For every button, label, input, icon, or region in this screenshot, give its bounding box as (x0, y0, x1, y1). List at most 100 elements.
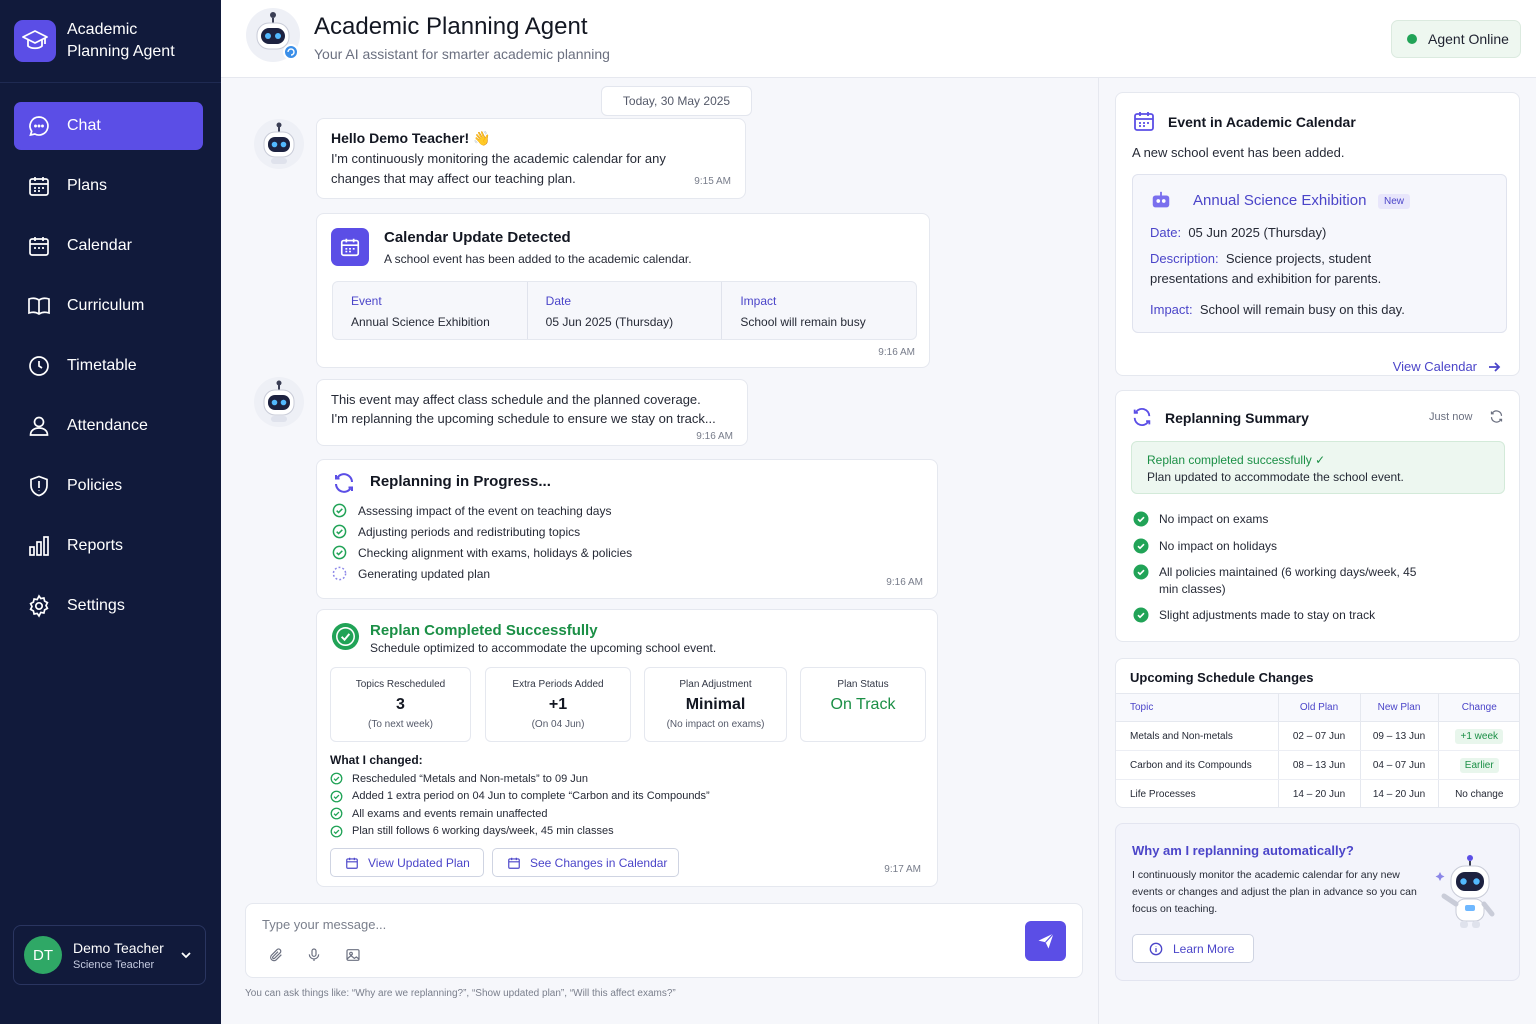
table-header-row: Topic Old Plan New Plan Change (1116, 693, 1519, 722)
message-time: 9:16 AM (696, 431, 733, 442)
sidebar-item-label: Calendar (67, 237, 132, 254)
refresh-icon[interactable] (1489, 409, 1504, 424)
summary-label: No impact on exams (1159, 512, 1269, 526)
learn-more-button[interactable]: Learn More (1132, 934, 1254, 963)
table-cell: +1 week (1437, 721, 1519, 751)
robot-mascot-icon (1435, 855, 1495, 928)
view-updated-plan-button[interactable]: View Updated Plan (330, 848, 484, 877)
sidebar-item-settings[interactable]: Settings (14, 582, 203, 630)
user-name: Demo Teacher (73, 939, 164, 956)
exhibition-icon (1152, 191, 1170, 208)
check-circle-icon (331, 622, 360, 651)
check-circle-icon (330, 772, 343, 785)
stat-plan-status: Plan Status On Track (800, 667, 926, 742)
user-role: Science Teacher (73, 958, 155, 971)
calendar-icon (29, 237, 49, 256)
sidebar-item-label: Reports (67, 537, 124, 554)
sidebar-item-reports[interactable]: Reports (14, 522, 203, 570)
sidebar-item-curriculum[interactable]: Curriculum (14, 282, 203, 330)
field-label: Impact: (1150, 302, 1193, 317)
see-changes-in-calendar-button[interactable]: See Changes in Calendar (492, 848, 679, 877)
check-circle-icon (1133, 538, 1149, 554)
change-item: All exams and events remain unaffected (330, 805, 710, 823)
send-icon (1038, 933, 1054, 949)
message-composer (245, 903, 1083, 978)
calendar-update-card: Calendar Update Detected A school event … (316, 213, 930, 368)
card-title: Replanning Summary (1165, 410, 1309, 426)
paperclip-icon[interactable] (268, 947, 284, 963)
send-button[interactable] (1025, 921, 1066, 961)
chevron-down-icon[interactable] (179, 948, 193, 962)
sidebar-item-label: Curriculum (67, 297, 145, 314)
calendar-icon (346, 857, 358, 869)
button-label: See Changes in Calendar (530, 855, 668, 870)
sidebar-item-policies[interactable]: Policies (14, 462, 203, 510)
calendar-icon (331, 228, 369, 266)
detail-value: School will remain busy (740, 315, 866, 329)
sidebar-item-plans[interactable]: Plans (14, 162, 203, 210)
table-row[interactable]: Carbon and its Compounds 08 – 13 Jun 04 … (1116, 750, 1519, 780)
detail-value: 05 Jun 2025 (Thursday) (545, 315, 674, 329)
microphone-icon[interactable] (306, 947, 322, 963)
why-replanning-card: Why am I replanning automatically? I con… (1115, 823, 1520, 981)
changes-list: Rescheduled “Metals and Non-metals” to 0… (330, 770, 710, 840)
user-menu[interactable]: DT Demo Teacher Science Teacher (13, 925, 206, 985)
event-name: Annual Science Exhibition (1193, 192, 1367, 209)
sidebar-item-chat[interactable]: Chat (14, 102, 203, 150)
table-cell: Earlier (1437, 750, 1519, 780)
avatar: DT (24, 936, 62, 974)
success-text: Plan updated to accommodate the school e… (1147, 470, 1404, 484)
date-separator: Today, 30 May 2025 (601, 86, 752, 116)
table-cell: No change (1437, 779, 1519, 807)
stat-plan-adjustment: Plan Adjustment Minimal (No impact on ex… (644, 667, 787, 742)
table-cell: 14 – 20 Jun (1277, 779, 1360, 807)
step-label: Generating updated plan (358, 566, 491, 581)
table-row[interactable]: Metals and Non-metals 02 – 07 Jun 09 – 1… (1116, 721, 1519, 751)
book-icon (28, 297, 50, 316)
check-circle-icon (1133, 564, 1149, 580)
image-icon[interactable] (345, 947, 361, 963)
replanning-summary-card: Replanning Summary Just now Replan compl… (1115, 390, 1520, 642)
field-value: School will remain busy on this day. (1199, 302, 1405, 317)
sidebar-nav: Chat Plans Calendar Curriculum Timetable… (14, 102, 203, 642)
message-input[interactable] (262, 917, 962, 932)
bar-chart-icon (29, 536, 49, 556)
sidebar-item-calendar[interactable]: Calendar (14, 222, 203, 270)
sidebar-item-label: Attendance (67, 417, 148, 434)
stat-sub: (On 04 Jun) (531, 719, 585, 730)
brand[interactable]: Academic Planning Agent (14, 19, 197, 63)
sidebar: Academic Planning Agent Chat Plans Calen… (0, 0, 221, 1024)
summary-label: All policies maintained (6 working days/… (1159, 565, 1417, 596)
table-row[interactable]: Life Processes 14 – 20 Jun 14 – 20 Jun N… (1116, 779, 1519, 807)
sidebar-item-label: Settings (67, 597, 125, 614)
event-details: Event Annual Science Exhibition Date 05 … (332, 281, 917, 340)
progress-step: Assessing impact of the event on teachin… (332, 500, 632, 521)
column-header: Old Plan (1277, 693, 1360, 722)
check-circle-icon (332, 545, 347, 560)
stat-value: 3 (396, 696, 405, 713)
check-circle-icon (332, 524, 347, 539)
card-text: I continuously monitor the academic cale… (1132, 869, 1417, 915)
table-cell: 08 – 13 Jun (1277, 750, 1360, 780)
progress-steps: Assessing impact of the event on teachin… (332, 500, 632, 584)
clock-icon (29, 356, 49, 376)
sidebar-item-timetable[interactable]: Timetable (14, 342, 203, 390)
message-time: 9:16 AM (878, 347, 915, 358)
sidebar-item-attendance[interactable]: Attendance (14, 402, 203, 450)
sidebar-item-label: Timetable (67, 357, 137, 374)
card-title: Why am I replanning automatically? (1132, 843, 1354, 858)
stat-label: Extra Periods Added (512, 679, 604, 690)
stat-topics-rescheduled: Topics Rescheduled 3 (To next week) (330, 667, 471, 742)
card-title: Upcoming Schedule Changes (1130, 670, 1314, 685)
sidebar-item-label: Plans (67, 177, 108, 194)
header: Academic Planning Agent Your AI assistan… (221, 0, 1536, 78)
stat-label: Plan Adjustment (679, 679, 752, 690)
summary-item: Slight adjustments made to stay on track (1133, 607, 1433, 624)
card-text: A new school event has been added. (1132, 145, 1345, 160)
robot-avatar-icon (246, 8, 300, 62)
message-line: I'm replanning the upcoming schedule to … (331, 411, 716, 426)
view-calendar-link[interactable]: View Calendar (1393, 359, 1501, 374)
stat-label: Plan Status (837, 679, 889, 690)
table-cell: 02 – 07 Jun (1277, 721, 1360, 751)
link-label: View Calendar (1392, 359, 1477, 374)
